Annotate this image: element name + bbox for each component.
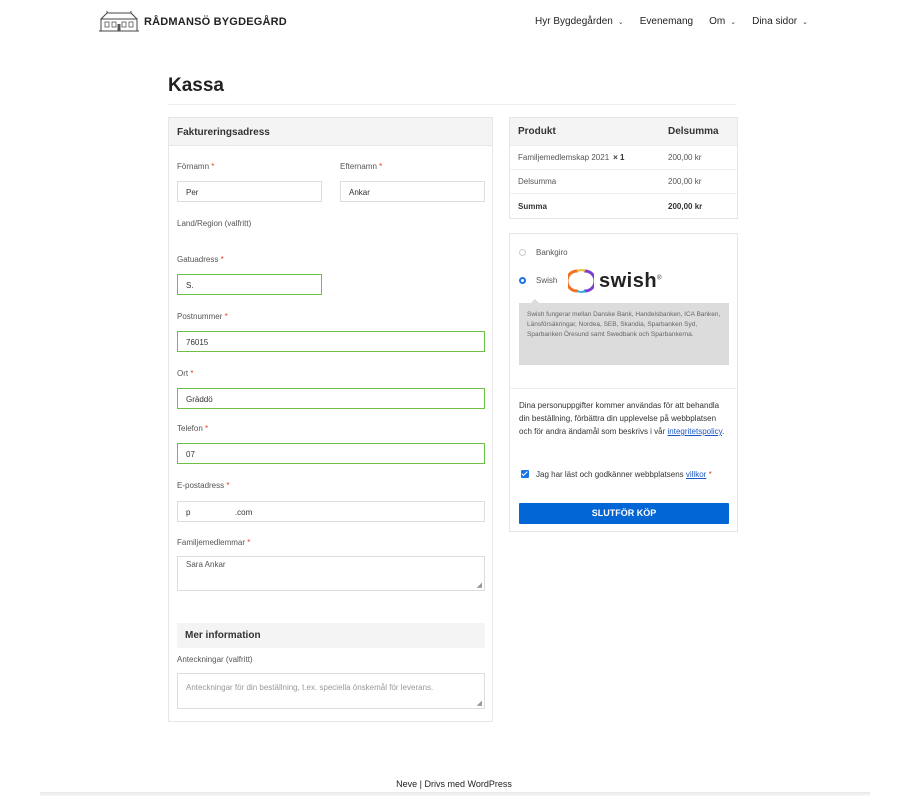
- required-mark: *: [708, 470, 712, 479]
- product-qty: × 1: [613, 153, 625, 162]
- table-row: Delsumma 200,00 kr: [510, 170, 737, 194]
- bankgiro-radio[interactable]: [519, 249, 526, 256]
- chevron-down-icon: ⌄: [730, 18, 737, 26]
- last-name-field[interactable]: Ankar: [340, 181, 485, 202]
- label-text: E-postadress: [177, 481, 225, 490]
- phone-field[interactable]: 07: [177, 443, 485, 464]
- bankgiro-label[interactable]: Bankgiro: [536, 248, 568, 257]
- divider: [168, 104, 736, 105]
- chevron-down-icon: ⌄: [802, 18, 808, 26]
- required-mark: *: [220, 255, 224, 264]
- swish-radio[interactable]: [519, 277, 526, 284]
- subtotal-value: 200,00 kr: [668, 177, 702, 186]
- required-mark: *: [205, 424, 209, 433]
- label-text: Telefon: [177, 424, 203, 433]
- nav-label: Om: [709, 16, 726, 27]
- billing-form: Faktureringsadress Förnamn * Per Efterna…: [168, 117, 493, 722]
- nav-item-dina-sidor[interactable]: Dina sidor ⌄: [752, 16, 808, 27]
- required-mark: *: [211, 162, 215, 171]
- swish-wordmark: swish®: [599, 270, 662, 293]
- site-title: RÅDMANSÖ BYGDEGÅRD: [144, 16, 287, 28]
- members-textarea[interactable]: Sara Ankar ◢: [177, 556, 485, 591]
- required-mark: *: [247, 538, 251, 547]
- subtotal-label: Delsumma: [518, 177, 557, 186]
- label-text: Efternamn: [340, 162, 377, 171]
- postcode-label: Postnummer *: [177, 312, 228, 321]
- street-label: Gatuadress *: [177, 255, 224, 264]
- first-name-field[interactable]: Per: [177, 181, 322, 202]
- resize-handle-icon[interactable]: ◢: [477, 581, 482, 589]
- more-info-heading: Mer information: [177, 623, 485, 648]
- members-label: Familjemedlemmar *: [177, 538, 250, 547]
- site-header: RÅDMANSÖ BYGDEGÅRD Hyr Bygdegården ⌄ Eve…: [0, 0, 908, 46]
- first-name-label: Förnamn *: [177, 162, 214, 171]
- swish-brand-text: swish: [599, 269, 658, 292]
- nav-item-hyr[interactable]: Hyr Bygdegården ⌄: [535, 16, 624, 27]
- required-mark: *: [224, 312, 228, 321]
- label-text: Förnamn: [177, 162, 210, 171]
- site-logo[interactable]: RÅDMANSÖ BYGDEGÅRD: [99, 11, 287, 33]
- label-text: Postnummer: [177, 312, 223, 321]
- resize-handle-icon[interactable]: ◢: [477, 699, 482, 707]
- place-order-button[interactable]: SLUTFÖR KÖP: [519, 503, 729, 524]
- product-name: Familjemedlemskap 2021: [518, 153, 610, 162]
- label-text: Familjemedlemmar: [177, 538, 246, 547]
- main-nav: Hyr Bygdegården ⌄ Evenemang Om ⌄ Dina si…: [535, 16, 808, 27]
- required-mark: *: [226, 481, 230, 490]
- nav-item-om[interactable]: Om ⌄: [709, 16, 736, 27]
- payment-box: Bankgiro Swish swish® Swish fungerar mel…: [509, 233, 738, 532]
- page-title: Kassa: [168, 75, 224, 96]
- notes-label: Anteckningar (valfritt): [177, 655, 253, 664]
- nav-label: Hyr Bygdegården: [535, 16, 613, 27]
- last-name-label: Efternamn *: [340, 162, 382, 171]
- members-value: Sara Ankar: [186, 560, 226, 569]
- swish-symbol-icon: [568, 269, 594, 293]
- required-mark: *: [190, 369, 194, 378]
- product-price: 200,00 kr: [668, 153, 702, 162]
- swish-logo: swish®: [568, 268, 662, 294]
- chevron-down-icon: ⌄: [617, 18, 624, 26]
- privacy-notice: Dina personuppgifter kommer användas för…: [519, 399, 731, 438]
- email-field[interactable]: p .com: [177, 501, 485, 522]
- table-row: Summa 200,00 kr: [510, 194, 737, 218]
- billing-heading: Faktureringsadress: [169, 118, 492, 146]
- total-value: 200,00 kr: [668, 201, 703, 211]
- privacy-policy-link[interactable]: integritetspolicy: [668, 427, 723, 436]
- terms-link[interactable]: villkor: [686, 470, 706, 479]
- nav-label: Dina sidor: [752, 16, 798, 27]
- label-text: Gatuadress: [177, 255, 219, 264]
- country-label: Land/Region (valfritt): [177, 219, 252, 228]
- city-label: Ort *: [177, 369, 193, 378]
- col-product: Produkt: [518, 126, 556, 137]
- terms-checkbox[interactable]: [521, 470, 529, 478]
- divider: [510, 388, 737, 389]
- email-label: E-postadress *: [177, 481, 230, 490]
- building-logo-icon: [99, 11, 139, 32]
- order-review-table: Produkt Delsumma Familjemedlemskap 2021 ×…: [509, 117, 738, 219]
- swish-label[interactable]: Swish: [536, 276, 557, 285]
- postcode-field[interactable]: 76015: [177, 331, 485, 352]
- registered-mark: ®: [657, 274, 662, 281]
- footer-credit: Neve | Drivs med WordPress: [396, 779, 512, 789]
- city-field[interactable]: Gräddö: [177, 388, 485, 409]
- product-cell: Familjemedlemskap 2021 × 1: [510, 153, 660, 162]
- footer-shadow: [40, 792, 870, 796]
- col-subtotal: Delsumma: [668, 126, 719, 137]
- street-field[interactable]: S.: [177, 274, 322, 295]
- notes-placeholder: Anteckningar för din beställning, t.ex. …: [186, 683, 434, 692]
- phone-label: Telefon *: [177, 424, 208, 433]
- swish-description: Swish fungerar mellan Danske Bank, Hande…: [519, 299, 729, 365]
- table-header: Produkt Delsumma: [510, 118, 737, 146]
- total-label: Summa: [518, 201, 547, 211]
- terms-text: Jag har läst och godkänner webbplatsens: [536, 470, 686, 479]
- privacy-end: .: [722, 427, 725, 436]
- terms-row: Jag har läst och godkänner webbplatsens …: [521, 468, 731, 481]
- required-mark: *: [379, 162, 383, 171]
- label-text: Ort: [177, 369, 189, 378]
- notes-textarea[interactable]: Anteckningar för din beställning, t.ex. …: [177, 673, 485, 709]
- nav-label: Evenemang: [639, 16, 694, 27]
- table-row: Familjemedlemskap 2021 × 1 200,00 kr: [510, 146, 737, 170]
- nav-item-evenemang[interactable]: Evenemang: [640, 16, 693, 27]
